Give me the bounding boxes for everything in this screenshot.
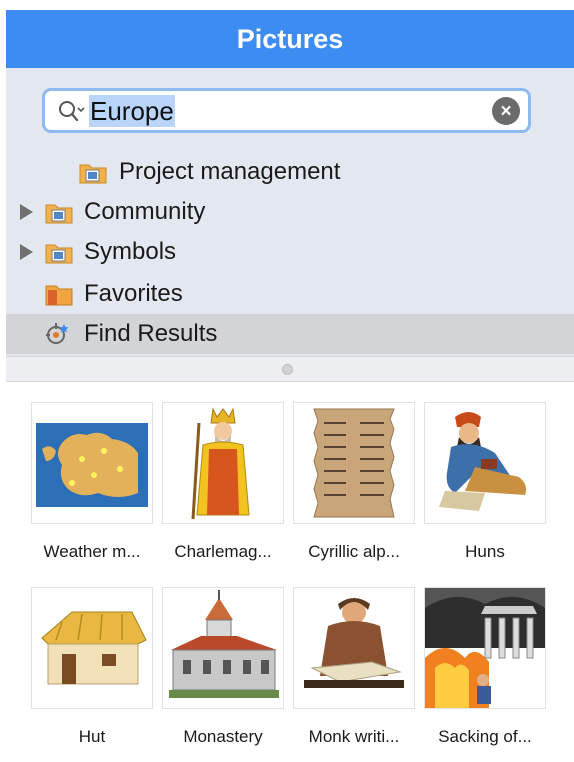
tree-item-favorites[interactable]: Favorites — [6, 274, 574, 314]
splitter-handle-icon[interactable] — [282, 364, 293, 375]
picture-caption: Hut — [78, 727, 106, 746]
picture-thumb-monk-writing[interactable] — [293, 587, 415, 709]
tree-item-community[interactable]: Community — [6, 192, 574, 232]
window-title: Pictures — [236, 23, 344, 54]
clear-search-button[interactable]: × — [492, 97, 520, 125]
window-title-bar: Pictures — [6, 10, 574, 68]
tree-item-label: Symbols — [84, 238, 177, 265]
tree-item-find-results[interactable]: Find Results — [6, 314, 574, 354]
huns-picture — [439, 412, 527, 511]
picture-thumb-weather-map[interactable] — [31, 402, 153, 524]
picture-thumb-hut[interactable] — [31, 587, 153, 709]
pane-splitter[interactable] — [6, 356, 574, 382]
picture-thumb-cyrillic-alphabet[interactable] — [293, 402, 415, 524]
picture-thumb-monastery[interactable] — [162, 587, 284, 709]
cyrillic-alphabet-scroll-picture — [313, 408, 395, 518]
hut-picture — [41, 611, 147, 685]
picture-folder-icon — [44, 199, 74, 225]
monk-writing-picture — [304, 598, 404, 688]
picture-thumb-charlemagne[interactable] — [162, 402, 284, 524]
sacking-of-rome-picture — [425, 588, 545, 708]
charlemagne-picture — [191, 407, 250, 520]
favorites-folder-icon — [44, 281, 74, 307]
europe-weather-map-picture — [36, 423, 148, 507]
picture-caption: Monastery — [183, 727, 263, 746]
picture-thumb-sacking[interactable] — [424, 587, 546, 709]
tree-item-symbols[interactable]: Symbols — [6, 232, 574, 272]
category-tree: Project management Community Symbols Fav… — [6, 152, 574, 356]
search-icon[interactable] — [57, 98, 87, 124]
tree-item-label: Favorites — [84, 280, 183, 307]
picture-caption: Cyrillic alp... — [308, 542, 400, 561]
tree-item-label: Community — [84, 198, 206, 225]
picture-caption: Huns — [465, 542, 505, 561]
find-results-icon — [42, 321, 72, 347]
disclosure-triangle-icon[interactable] — [20, 244, 33, 260]
search-input[interactable]: Europe — [89, 94, 175, 127]
disclosure-triangle-icon[interactable] — [20, 204, 33, 220]
picture-grid: Weather m... Charlemag... Cyrillic alp..… — [0, 382, 574, 762]
tree-item-label: Find Results — [84, 320, 218, 347]
monastery-picture — [169, 590, 279, 698]
tree-item-project-management[interactable]: Project management — [6, 152, 574, 192]
picture-caption: Charlemag... — [174, 542, 272, 561]
picture-thumb-huns[interactable] — [424, 402, 546, 524]
picture-caption: Monk writi... — [308, 727, 400, 746]
search-field[interactable]: Europe × — [42, 88, 531, 133]
tree-item-label: Project management — [119, 158, 341, 185]
search-area: Europe × — [6, 68, 574, 152]
picture-folder-icon — [78, 159, 108, 185]
picture-caption: Weather m... — [43, 542, 141, 561]
picture-caption: Sacking of... — [438, 727, 532, 746]
picture-folder-icon — [44, 239, 74, 265]
